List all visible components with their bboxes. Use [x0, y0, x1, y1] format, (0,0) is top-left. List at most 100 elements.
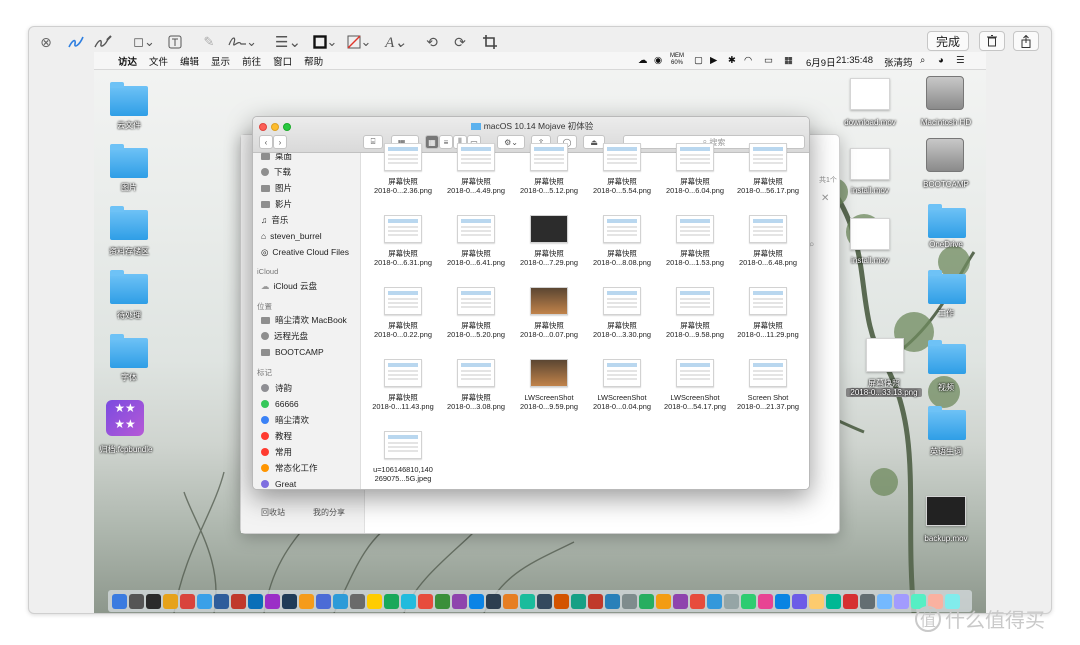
shapes-icon[interactable]: ◻⌄ — [131, 33, 157, 51]
dock-app-icon[interactable] — [809, 593, 824, 609]
dock-app-icon[interactable] — [639, 593, 654, 609]
dock-app-icon[interactable] — [503, 593, 518, 609]
dock-app-icon[interactable] — [877, 593, 892, 609]
file-item[interactable]: 屏幕快照 2018-0...7.29.png — [511, 215, 587, 283]
dock-app-icon[interactable] — [248, 593, 263, 609]
back-button[interactable]: ‹ — [259, 135, 273, 149]
my-share-link[interactable]: 我的分享 — [313, 507, 345, 518]
file-item[interactable]: 屏幕快照 2018-0...0.22.png — [365, 287, 441, 355]
desktop-icon-label[interactable]: BOOTCAMP — [912, 180, 980, 189]
dock-app-icon[interactable] — [724, 593, 739, 609]
menu-finder[interactable]: 访达 — [118, 54, 137, 68]
dock-app-icon[interactable] — [146, 593, 161, 609]
menu-edit[interactable]: 编辑 — [180, 54, 199, 68]
file-item[interactable]: LWScreenShot 2018-0...9.59.png — [511, 359, 587, 427]
desktop-icon-label[interactable]: 待处理 — [104, 310, 154, 321]
dock-app-icon[interactable] — [350, 593, 365, 609]
trash-icon[interactable] — [979, 31, 1005, 51]
folder-icon[interactable] — [110, 82, 148, 116]
sidebar-item-tag[interactable]: 教程 — [261, 429, 292, 443]
file-item[interactable]: 屏幕快照 2018-0...5.20.png — [438, 287, 514, 355]
dock-app-icon[interactable] — [112, 593, 127, 609]
sketch-pen-icon[interactable] — [67, 33, 85, 51]
dock-app-icon[interactable] — [197, 593, 212, 609]
battery-icon[interactable]: ▭ — [764, 55, 773, 66]
folder-icon[interactable] — [928, 204, 966, 238]
highlight-icon[interactable]: ✎ — [201, 33, 217, 51]
dock-app-icon[interactable] — [656, 593, 671, 609]
desktop-icon-label[interactable]: 图片 — [104, 182, 154, 193]
file-item[interactable]: 屏幕快照 2018-0...1.53.png — [657, 215, 733, 283]
rotate-left-icon[interactable]: ⟲ — [423, 33, 441, 51]
folder-icon[interactable] — [928, 270, 966, 304]
dock-app-icon[interactable] — [129, 593, 144, 609]
text-box-icon[interactable] — [167, 33, 183, 51]
dock-app-icon[interactable] — [588, 593, 603, 609]
file-item[interactable]: 屏幕快照 2018-0...6.41.png — [438, 215, 514, 283]
file-item[interactable]: 屏幕快照 2018-0...3.08.png — [438, 359, 514, 427]
dock-app-icon[interactable] — [826, 593, 841, 609]
dock-app-icon[interactable] — [418, 593, 433, 609]
file-item[interactable]: 屏幕快照 2018-0...5.54.png — [584, 143, 660, 211]
desktop-icon-label[interactable]: backup.mov — [912, 534, 980, 543]
done-button[interactable]: 完成 — [927, 31, 969, 51]
trash-link[interactable]: 回收站 — [261, 507, 285, 518]
notification-icon[interactable]: ☰ — [956, 55, 965, 66]
menu-window[interactable]: 窗口 — [273, 54, 292, 68]
hard-drive-icon[interactable] — [926, 138, 964, 172]
sidebar-item-pictures[interactable]: 图片 — [261, 181, 292, 195]
dock-app-icon[interactable] — [469, 593, 484, 609]
dock-app-icon[interactable] — [605, 593, 620, 609]
dock-app-icon[interactable] — [299, 593, 314, 609]
spotlight-icon[interactable]: ⌕ — [920, 55, 925, 66]
crop-icon[interactable] — [481, 33, 499, 51]
dock-app-icon[interactable] — [792, 593, 807, 609]
desktop-icon-label[interactable]: 资料存储区 — [102, 246, 156, 257]
dock-app-icon[interactable] — [180, 593, 195, 609]
dock-app-icon[interactable] — [384, 593, 399, 609]
sidebar-item-macbook[interactable]: 暗尘清欢 MacBook — [261, 313, 347, 327]
dock-app-icon[interactable] — [707, 593, 722, 609]
dock-app-icon[interactable] — [537, 593, 552, 609]
dock-app-icon[interactable] — [894, 593, 909, 609]
play-icon[interactable]: ▶ — [710, 55, 717, 66]
sidebar-item-tag[interactable]: 常用 — [261, 445, 292, 459]
dock-app-icon[interactable] — [554, 593, 569, 609]
dock-app-icon[interactable] — [214, 593, 229, 609]
sidebar-item-tag[interactable]: 66666 — [261, 397, 299, 411]
menu-go[interactable]: 前往 — [242, 54, 261, 68]
sidebar-item-tag[interactable]: 常态化工作 — [261, 461, 318, 475]
draw-pen-icon[interactable] — [93, 33, 113, 51]
text-style-icon[interactable]: A⌄ — [383, 33, 409, 51]
dock-app-icon[interactable] — [486, 593, 501, 609]
file-item[interactable]: 屏幕快照 2018-0...0.07.png — [511, 287, 587, 355]
dock-app-icon[interactable] — [452, 593, 467, 609]
dock-app-icon[interactable] — [690, 593, 705, 609]
bluetooth-icon[interactable]: ✱ — [728, 55, 736, 66]
close-icon[interactable]: ✕ — [821, 193, 829, 204]
border-color-icon[interactable]: ⌄ — [311, 33, 339, 51]
desktop-icon-label[interactable]: 工作 — [912, 308, 980, 319]
folder-icon[interactable] — [928, 340, 966, 374]
file-item[interactable]: LWScreenShot 2018-0...54.17.png — [657, 359, 733, 427]
dock-app-icon[interactable] — [673, 593, 688, 609]
desktop-icon-label[interactable]: 云文件 — [104, 120, 154, 131]
dock-app-icon[interactable] — [843, 593, 858, 609]
file-item[interactable]: 屏幕快照 2018-0...6.04.png — [657, 143, 733, 211]
dock-app-icon[interactable] — [571, 593, 586, 609]
dock-app-icon[interactable] — [333, 593, 348, 609]
sidebar-item-bootcamp[interactable]: BOOTCAMP — [261, 345, 324, 359]
file-item[interactable]: 屏幕快照 2018-0...9.58.png — [657, 287, 733, 355]
desktop-icon-label[interactable]: 归档.fcpbundle — [94, 444, 158, 455]
menu-help[interactable]: 帮助 — [304, 54, 323, 68]
sidebar-item-downloads[interactable]: 下载 — [261, 165, 291, 179]
fcpbundle-icon[interactable]: ★★ ★★ — [106, 400, 144, 436]
dock-app-icon[interactable] — [435, 593, 450, 609]
dock-app-icon[interactable] — [231, 593, 246, 609]
memory-status[interactable]: MEM 60% — [670, 53, 684, 67]
dock-app-icon[interactable] — [316, 593, 331, 609]
sidebar-item-creative-cloud[interactable]: ◎ Creative Cloud Files — [261, 245, 349, 259]
screen-icon[interactable]: ▢ — [694, 55, 703, 66]
dock-app-icon[interactable] — [401, 593, 416, 609]
desktop-icon-label[interactable]: 英语生词 — [912, 446, 980, 457]
